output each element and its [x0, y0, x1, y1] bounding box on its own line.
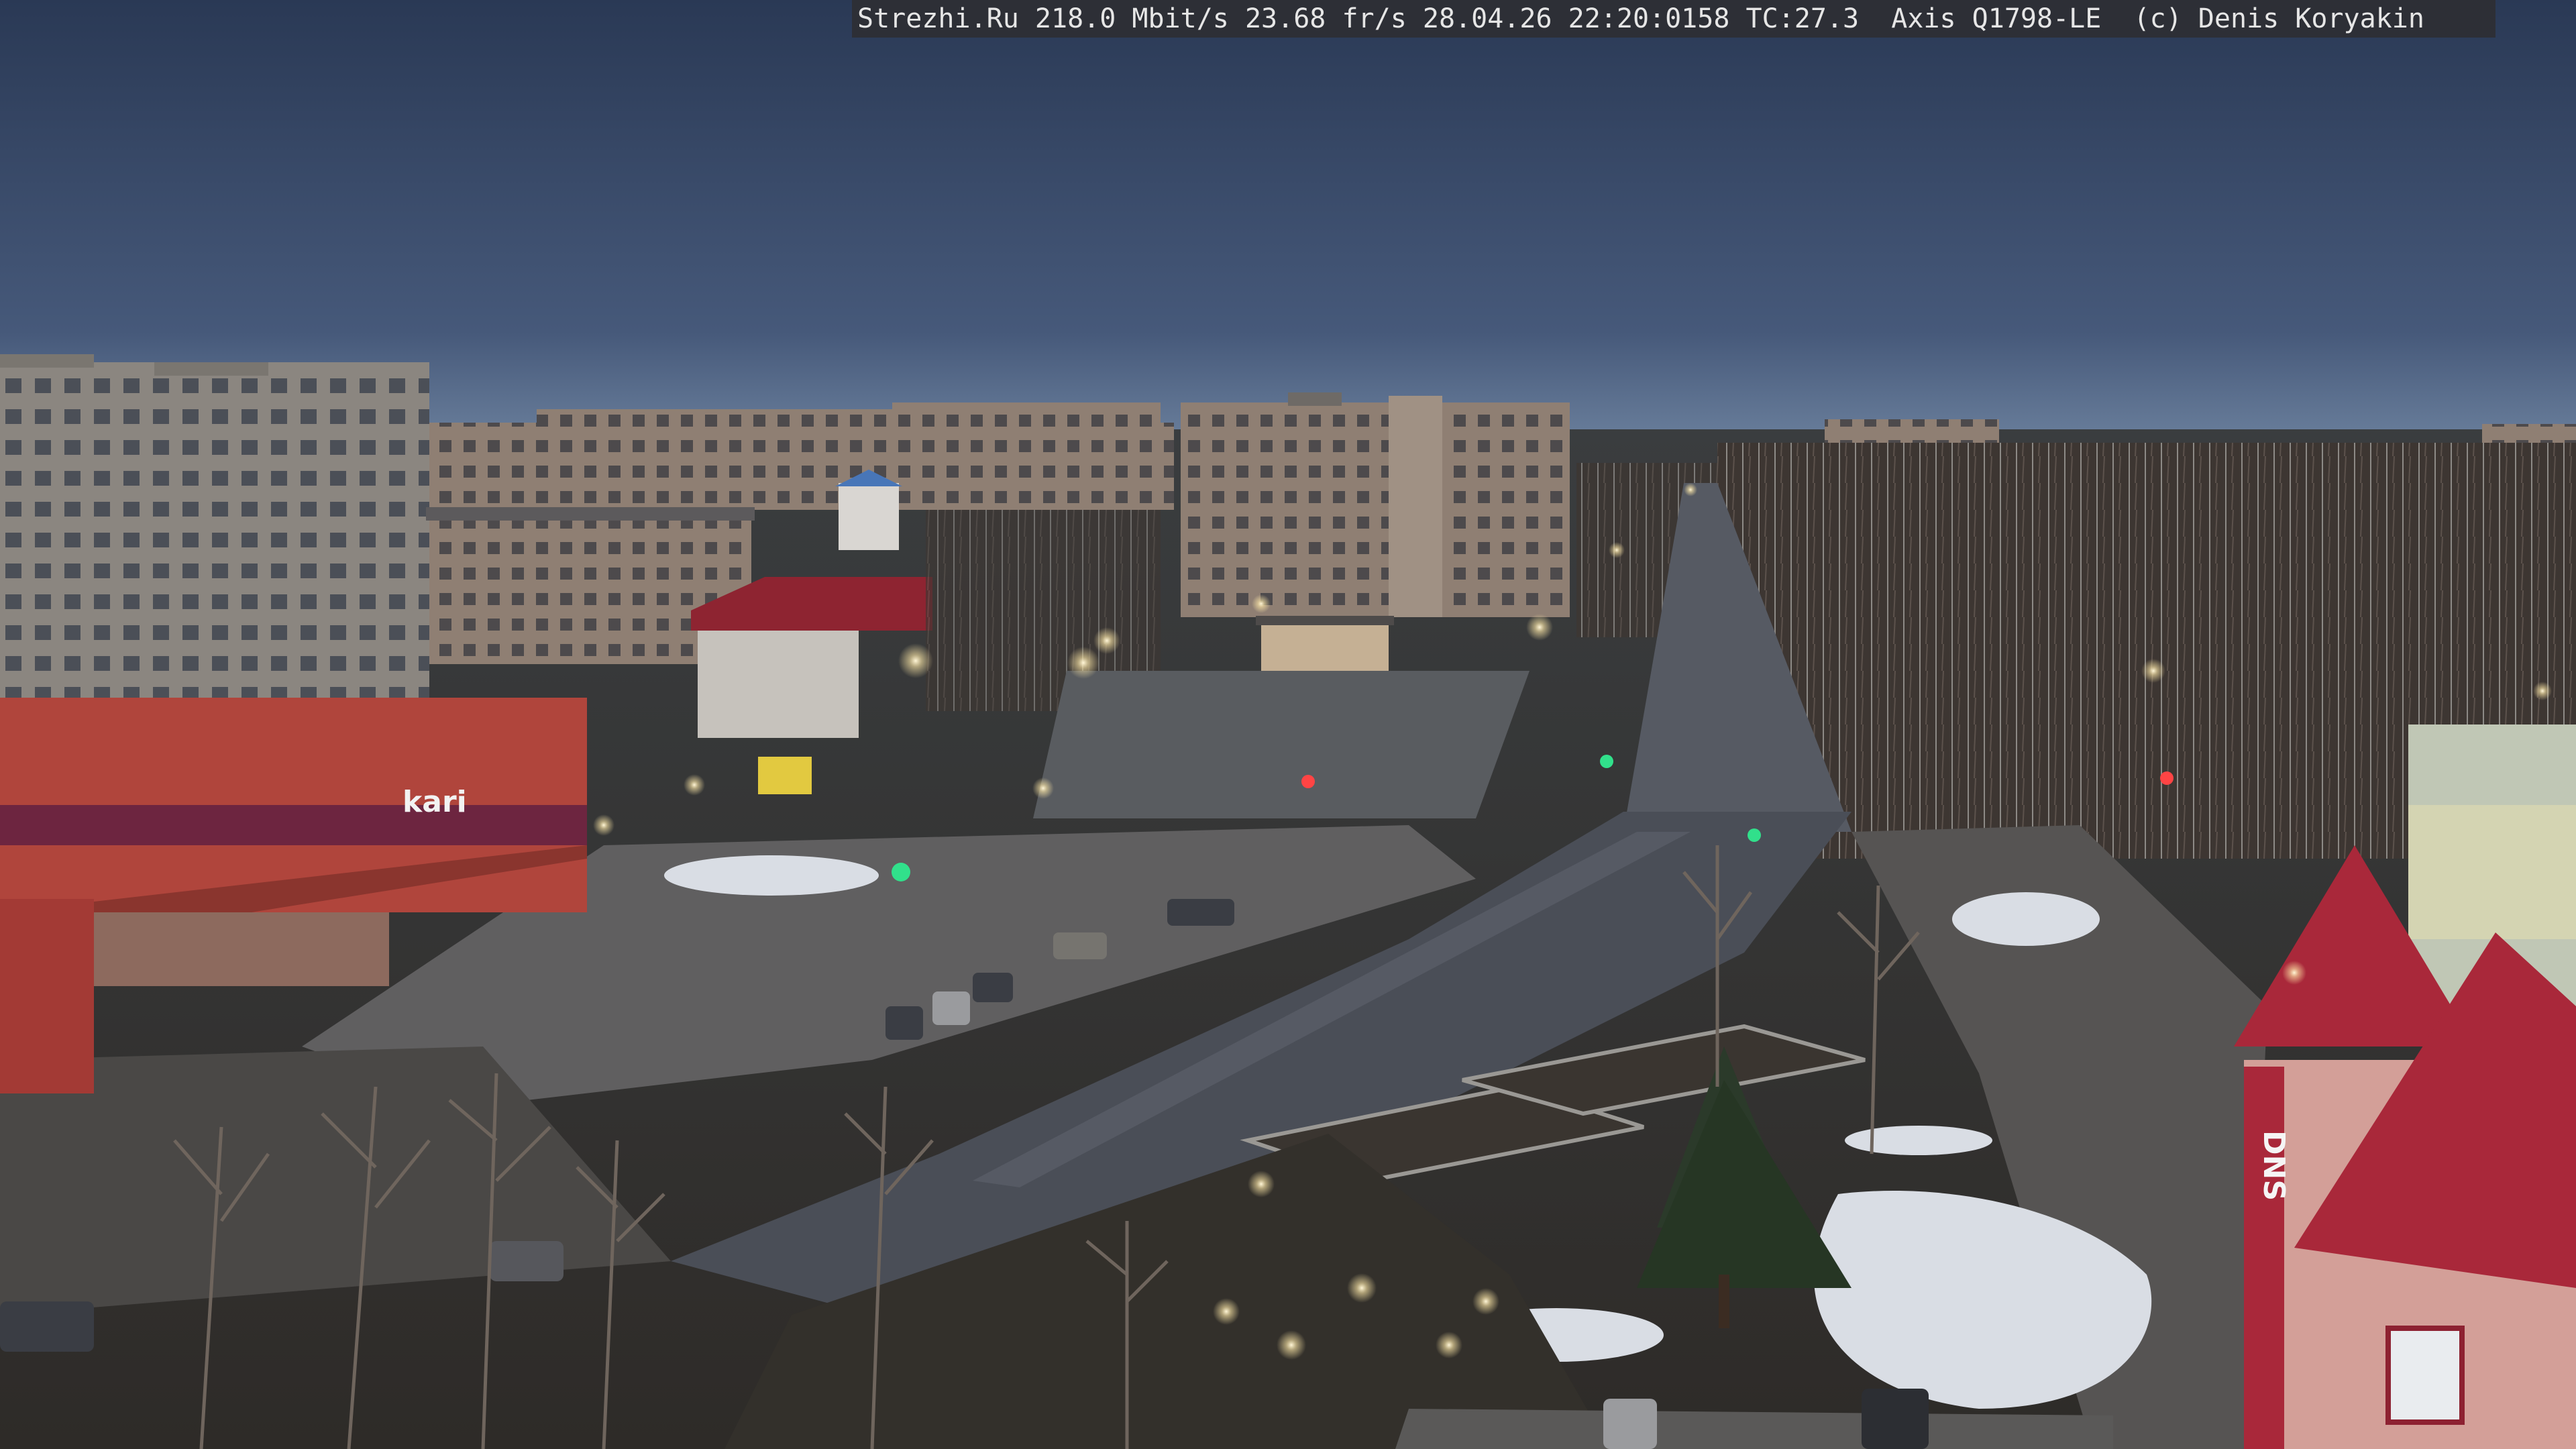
plaza: [1033, 671, 1529, 818]
kari-store-sign: kari: [402, 785, 467, 819]
dns-store-sign: DNS: [2257, 1130, 2291, 1201]
central-building: [1181, 402, 1570, 617]
camera-info-overlay: Strezhi.Ru 218.0 Mbit/s 23.68 fr/s 28.04…: [852, 0, 2496, 38]
webcam-scene: kari DNS: [0, 0, 2576, 1449]
